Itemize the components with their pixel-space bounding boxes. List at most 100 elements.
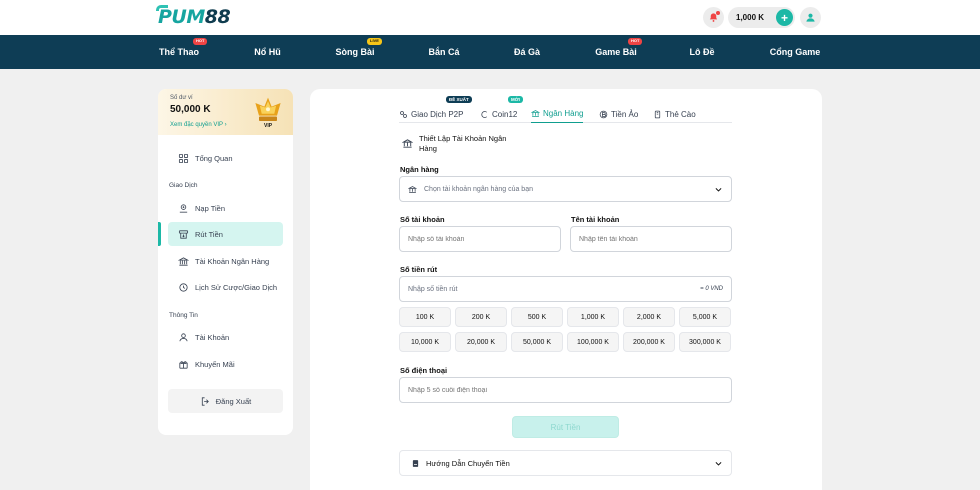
sidebar-item-account[interactable]: Tài Khoản	[168, 325, 283, 349]
sidebar-item-label: Tài Khoản	[195, 332, 230, 342]
tab-label: Giao Dịch P2P	[411, 109, 464, 119]
bank-icon	[178, 256, 189, 266]
notification-button[interactable]	[703, 7, 724, 28]
quick-amount-button[interactable]: 100,000 K	[567, 332, 619, 352]
quick-amount-button[interactable]: 10,000 K	[399, 332, 451, 352]
nav-da-ga[interactable]: Đá Gà	[505, 35, 549, 69]
guide-label: Hướng Dẫn Chuyển Tiền	[426, 458, 510, 468]
account-name-input[interactable]	[570, 226, 732, 252]
nav-label: Sòng Bài	[335, 47, 375, 57]
withdraw-submit-button[interactable]: Rút Tiền	[512, 416, 619, 438]
header-balance: 1,000 K	[736, 13, 765, 22]
bank-icon	[408, 186, 417, 193]
quick-amount-button[interactable]: 200 K	[455, 307, 507, 327]
user-button[interactable]	[800, 7, 821, 28]
sidebar-item-withdraw[interactable]: Rút Tiền	[168, 222, 283, 246]
sidebar-item-label: Lịch Sử Cược/Giao Dịch	[195, 282, 278, 292]
logout-icon	[201, 396, 209, 406]
account-number-label: Số tài khoản	[400, 215, 445, 224]
tab-card[interactable]: Thẻ Cào	[653, 105, 696, 123]
sidebar-item-label: Tổng Quan	[195, 153, 233, 163]
nav-game-bai[interactable]: Game Bài HOT	[588, 35, 644, 69]
amount-placeholder: Nhập số tiền rút	[408, 285, 458, 293]
transfer-guide-accordion[interactable]: Hướng Dẫn Chuyển Tiền	[399, 450, 732, 476]
notification-dot	[716, 11, 720, 15]
sidebar-item-promotions[interactable]: Khuyến Mãi	[168, 352, 283, 376]
amount-input[interactable]: Nhập số tiền rút = 0 VND	[399, 276, 732, 302]
tab-bank[interactable]: Ngân Hàng	[531, 105, 584, 123]
logo-number: 88	[204, 6, 231, 28]
top-bar: PUM88 1,000 K +	[0, 0, 980, 35]
chevron-down-icon	[715, 462, 722, 466]
nav-song-bai[interactable]: Sòng Bài LIVE	[330, 35, 382, 69]
tab-label: Coin12	[492, 109, 518, 119]
logo[interactable]: PUM88	[156, 5, 231, 28]
wallet-amount: 50,000 K	[170, 104, 211, 115]
chevron-down-icon	[715, 188, 722, 192]
nav-label: Đá Gà	[513, 47, 540, 57]
account-number-input[interactable]	[399, 226, 561, 252]
quick-amount-button[interactable]: 1,000 K	[567, 307, 619, 327]
bank-label: Ngân hàng	[400, 165, 439, 174]
nav-the-thao[interactable]: Thể Thao HOT	[150, 35, 208, 69]
vip-privileges-link[interactable]: Xem đặc quyền VIP ›	[170, 122, 227, 128]
tab-p2p[interactable]: Giao Dịch P2P ĐỀ XUẤT	[399, 96, 472, 123]
amount-conversion: = 0 VND	[700, 286, 723, 292]
sidebar-item-history[interactable]: Lịch Sử Cược/Giao Dịch	[168, 275, 283, 299]
grid-icon	[178, 153, 189, 163]
wallet-card: Số dư ví 50,000 K Xem đặc quyền VIP › VI…	[158, 89, 293, 135]
live-badge: LIVE	[367, 38, 382, 45]
quick-amount-button[interactable]: 2,000 K	[623, 307, 675, 327]
bank-icon	[402, 139, 413, 148]
user-icon	[806, 13, 815, 22]
balance-pill[interactable]: 1,000 K +	[728, 7, 795, 28]
nav-ban-ca[interactable]: Bắn Cá	[420, 35, 468, 69]
quick-amount-button[interactable]: 300,000 K	[679, 332, 731, 352]
hot-badge: HOT	[193, 38, 208, 45]
tab-crypto[interactable]: Tiền Ảo	[599, 105, 638, 123]
vip-label: VIP	[264, 123, 273, 129]
section-info: Thông Tin	[169, 312, 198, 319]
document-icon	[412, 459, 419, 467]
logout-label: Đăng Xuất	[215, 396, 252, 406]
logout-button[interactable]: Đăng Xuất	[168, 389, 283, 413]
withdraw-icon	[178, 229, 189, 239]
tab-coin12[interactable]: Coin12 MỚI	[480, 96, 523, 123]
active-indicator	[158, 222, 161, 246]
nav-label: Game Bài	[595, 47, 637, 57]
nav-label: Lô Đề	[689, 47, 715, 57]
phone-label: Số điện thoại	[400, 366, 448, 375]
deposit-plus-button[interactable]: +	[776, 9, 793, 26]
sidebar-item-deposit[interactable]: Nạp Tiền	[168, 196, 283, 220]
card-icon	[654, 110, 661, 118]
quick-amount-button[interactable]: 100 K	[399, 307, 451, 327]
crypto-icon	[599, 110, 608, 118]
tab-label: Ngân Hàng	[543, 109, 584, 118]
sidebar-item-bank-account[interactable]: Tài Khoản Ngân Hàng	[168, 249, 283, 273]
bank-select[interactable]: Chọn tài khoản ngân hàng của bạn	[399, 176, 732, 202]
quick-amount-button[interactable]: 500 K	[511, 307, 563, 327]
nav-cong-game[interactable]: Cổng Game	[762, 35, 828, 69]
p2p-icon	[400, 110, 407, 118]
quick-amount-button[interactable]: 50,000 K	[511, 332, 563, 352]
nav-label: Bắn Cá	[428, 47, 460, 57]
nav-label: Nổ Hũ	[254, 47, 281, 57]
phone-input[interactable]	[399, 377, 732, 403]
recommended-badge: ĐỀ XUẤT	[446, 96, 472, 103]
nav-label: Thể Thao	[159, 47, 199, 57]
quick-amount-button[interactable]: 5,000 K	[679, 307, 731, 327]
nav-lo-de[interactable]: Lô Đề	[682, 35, 722, 69]
history-icon	[179, 282, 188, 292]
hot-badge: HOT	[628, 38, 643, 45]
amount-label: Số tiền rút	[400, 265, 438, 274]
quick-amount-button[interactable]: 200,000 K	[623, 332, 675, 352]
sidebar-item-overview[interactable]: Tổng Quan	[168, 146, 283, 170]
section-title: Thiết Lập Tài Khoản Ngân Hàng	[402, 134, 512, 154]
account-sidebar: Số dư ví 50,000 K Xem đặc quyền VIP › VI…	[158, 89, 293, 435]
withdraw-panel: Giao Dịch P2P ĐỀ XUẤT Coin12 MỚI Ngân Hà…	[310, 89, 822, 490]
quick-amount-button[interactable]: 20,000 K	[455, 332, 507, 352]
nav-no-hu[interactable]: Nổ Hũ	[245, 35, 290, 69]
tab-label: Thẻ Cào	[665, 109, 696, 119]
deposit-icon	[179, 203, 188, 213]
nav-label: Cổng Game	[769, 47, 821, 57]
